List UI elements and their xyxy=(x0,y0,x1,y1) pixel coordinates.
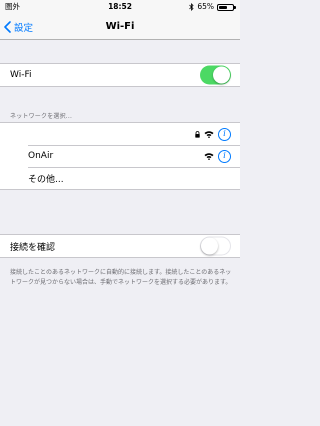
status-bar: 圏外 18:52 65% xyxy=(0,0,240,14)
ask-to-join-row: 接続を確認 xyxy=(0,235,240,257)
ask-to-join-footer: 接続したことのあるネットワークに自動的に接続します。接続したことのあるネットワー… xyxy=(10,269,232,286)
wifi-row: Wi-Fi xyxy=(0,64,240,86)
network-name: OnAir xyxy=(28,151,54,161)
ask-to-join-group: 接続を確認 xyxy=(0,234,240,258)
ask-to-join-toggle[interactable] xyxy=(200,236,231,256)
back-button[interactable]: 設定 xyxy=(4,14,33,40)
battery-percent: 65% xyxy=(197,2,214,11)
network-status-icons: i xyxy=(204,145,231,167)
network-status-icons: i xyxy=(195,123,231,145)
status-right: 65% xyxy=(189,0,236,14)
ask-to-join-label: 接続を確認 xyxy=(10,242,56,253)
battery-fill xyxy=(219,5,228,9)
wifi-settings-screen: 圏外 18:52 65% Wi-Fi 設定 Wi-Fi ネットワークを選択...… xyxy=(0,0,240,426)
wifi-toggle-group: Wi-Fi xyxy=(0,63,240,87)
other-network-label: その他... xyxy=(28,174,64,185)
page-title: Wi-Fi xyxy=(105,21,135,32)
toggle-knob xyxy=(201,237,218,255)
network-row-onair[interactable]: OnAir i xyxy=(0,145,240,167)
network-info-button[interactable]: i xyxy=(218,149,231,163)
network-row[interactable]: i xyxy=(0,123,240,145)
wifi-label: Wi-Fi xyxy=(10,70,32,80)
networks-section-header: ネットワークを選択... xyxy=(10,113,73,120)
lock-icon xyxy=(195,130,200,138)
chevron-left-icon xyxy=(4,21,11,33)
network-info-button[interactable]: i xyxy=(218,127,231,141)
battery-icon xyxy=(217,3,236,11)
wifi-signal-icon xyxy=(204,153,214,160)
wifi-toggle[interactable] xyxy=(200,65,231,85)
networks-group: i OnAir i その他... xyxy=(0,122,240,190)
wifi-signal-icon xyxy=(204,131,214,138)
navigation-bar: Wi-Fi 設定 xyxy=(0,14,240,40)
back-button-label: 設定 xyxy=(14,23,34,34)
other-network-row[interactable]: その他... xyxy=(0,167,240,189)
bluetooth-icon xyxy=(189,3,194,11)
toggle-knob xyxy=(213,66,230,84)
